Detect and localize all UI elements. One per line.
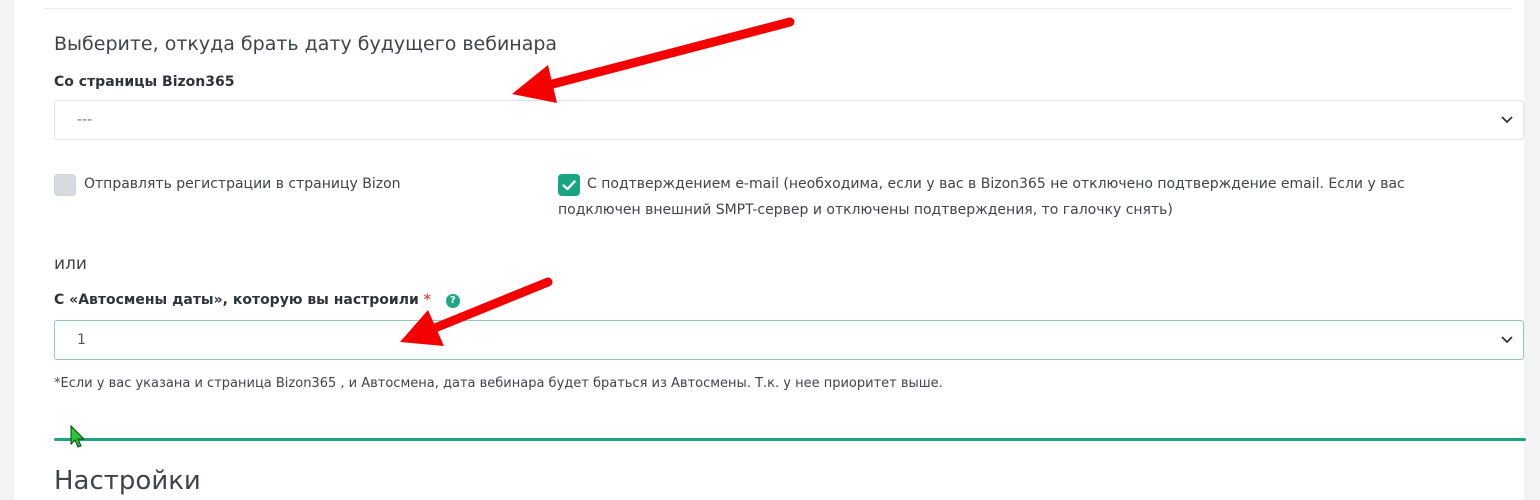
mouse-pointer-icon	[70, 424, 86, 448]
red-arrow-1	[512, 17, 795, 103]
annotation-arrows	[70, 17, 795, 448]
red-arrow-2	[400, 277, 553, 346]
